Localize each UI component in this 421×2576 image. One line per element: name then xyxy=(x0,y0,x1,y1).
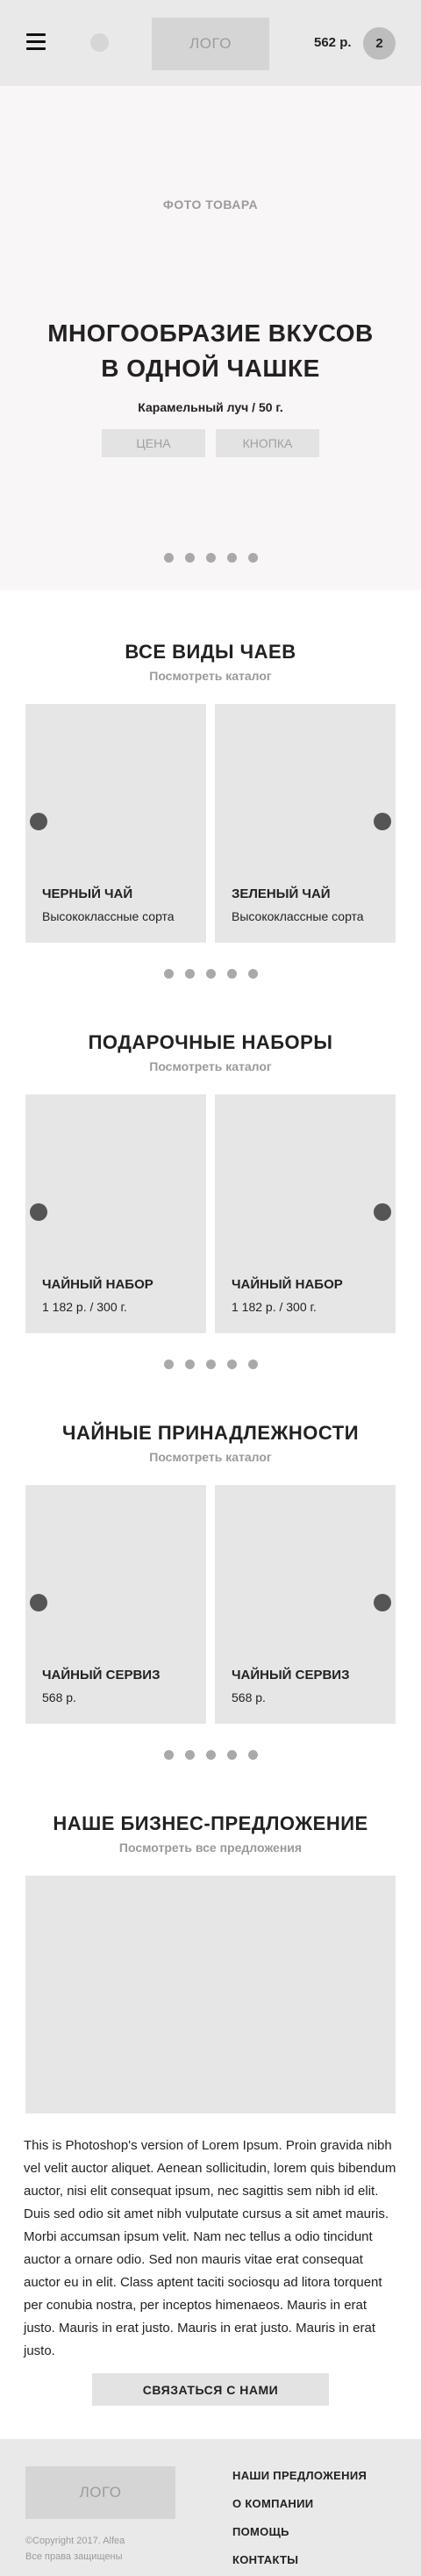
footer-link-about[interactable]: О КОМПАНИИ xyxy=(232,2490,367,2518)
catalog-link[interactable]: Посмотреть каталог xyxy=(0,1059,421,1073)
hero-slider-dots xyxy=(0,553,421,563)
product-card[interactable]: ЧЕРНЫЙ ЧАЙ Высококлассные сорта xyxy=(25,704,206,943)
action-button[interactable]: КНОПКА xyxy=(216,429,319,457)
slider-dot[interactable] xyxy=(163,553,174,563)
product-card[interactable]: ЧАЙНЫЙ НАБОР 1 182 р. / 300 г. xyxy=(25,1094,206,1333)
card-price: 568 р. xyxy=(232,1690,266,1704)
slider-dot[interactable] xyxy=(247,1360,258,1369)
slider-dot[interactable] xyxy=(184,969,195,979)
carousel-dots xyxy=(0,1750,421,1760)
hero-subtitle: Карамельный луч / 50 г. xyxy=(138,400,283,414)
carousel-next-icon[interactable] xyxy=(374,1203,391,1221)
product-card[interactable]: ЧАЙНЫЙ СЕРВИЗ 568 р. xyxy=(25,1485,206,1724)
slider-dot[interactable] xyxy=(205,1360,216,1369)
carousel-dots xyxy=(0,969,421,979)
section-title: ПОДАРОЧНЫЕ НАБОРЫ xyxy=(88,1031,333,1053)
product-card[interactable]: ЧАЙНЫЙ СЕРВИЗ 568 р. xyxy=(215,1485,396,1724)
section-title: ВСЕ ВИДЫ ЧАЕВ xyxy=(125,641,296,663)
slider-dot[interactable] xyxy=(163,969,174,979)
section-teas: ВСЕ ВИДЫ ЧАЕВ Посмотреть каталог ЧЕРНЫЙ … xyxy=(0,641,421,979)
menu-icon[interactable] xyxy=(26,33,46,51)
card-price: 1 182 р. / 300 г. xyxy=(42,1300,127,1314)
slider-dot[interactable] xyxy=(247,553,258,563)
hero-banner: ФОТО ТОВАРА МНОГООБРАЗИЕ ВКУСОВ В ОДНОЙ … xyxy=(0,86,421,590)
section-gift-sets: ПОДАРОЧНЫЕ НАБОРЫ Посмотреть каталог ЧАЙ… xyxy=(0,1031,421,1369)
business-image-placeholder xyxy=(25,1876,396,2113)
header: ЛОГО 562 р. 2 xyxy=(0,0,421,86)
cart-total-price: 562 р. xyxy=(314,35,352,50)
carousel-prev-icon[interactable] xyxy=(30,813,47,830)
slider-dot[interactable] xyxy=(247,969,258,979)
card-carousel: ЧЕРНЫЙ ЧАЙ Высококлассные сорта ЗЕЛЕНЫЙ … xyxy=(0,704,421,943)
hero-title-line-1: МНОГООБРАЗИЕ ВКУСОВ xyxy=(47,319,374,347)
slider-dot[interactable] xyxy=(184,1360,195,1369)
card-subtitle: Высококлассные сорта xyxy=(232,909,364,923)
slider-dot[interactable] xyxy=(163,1360,174,1369)
card-title: ЗЕЛЕНЫЙ ЧАЙ xyxy=(232,886,331,901)
section-accessories: ЧАЙНЫЕ ПРИНАДЛЕЖНОСТИ Посмотреть каталог… xyxy=(0,1422,421,1760)
hero-buttons: ЦЕНА КНОПКА xyxy=(0,429,421,457)
price-button[interactable]: ЦЕНА xyxy=(102,429,205,457)
footer-link-help[interactable]: ПОМОЩЬ xyxy=(232,2518,367,2546)
carousel-prev-icon[interactable] xyxy=(30,1203,47,1221)
card-carousel: ЧАЙНЫЙ СЕРВИЗ 568 р. ЧАЙНЫЙ СЕРВИЗ 568 р… xyxy=(0,1485,421,1724)
slider-dot[interactable] xyxy=(247,1750,258,1760)
section-title: ЧАЙНЫЕ ПРИНАДЛЕЖНОСТИ xyxy=(61,1422,360,1444)
slider-dot[interactable] xyxy=(184,1750,195,1760)
card-title: ЧАЙНЫЙ СЕРВИЗ xyxy=(42,1668,161,1683)
section-business-offer: НАШЕ БИЗНЕС-ПРЕДЛОЖЕНИЕ Посмотреть все п… xyxy=(0,1812,421,2406)
card-title: ЧАЙНЫЙ НАБОР xyxy=(232,1277,343,1292)
carousel-dots xyxy=(0,1360,421,1369)
catalog-link[interactable]: Посмотреть каталог xyxy=(0,1450,421,1464)
search-icon[interactable] xyxy=(90,33,109,52)
footer-logo[interactable]: ЛОГО xyxy=(25,2466,175,2519)
card-title: ЧАЙНЫЙ СЕРВИЗ xyxy=(232,1668,350,1683)
contact-us-button[interactable]: СВЯЗАТЬСЯ С НАМИ xyxy=(92,2373,329,2406)
logo[interactable]: ЛОГО xyxy=(152,18,269,70)
product-card[interactable]: ЗЕЛЕНЫЙ ЧАЙ Высококлассные сорта xyxy=(215,704,396,943)
slider-dot[interactable] xyxy=(184,553,195,563)
carousel-next-icon[interactable] xyxy=(374,1594,391,1611)
rights-text: Все права защищены xyxy=(25,2551,123,2562)
slider-dot[interactable] xyxy=(205,553,216,563)
footer-nav: НАШИ ПРЕДЛОЖЕНИЯ О КОМПАНИИ ПОМОЩЬ КОНТА… xyxy=(232,2462,367,2574)
carousel-prev-icon[interactable] xyxy=(30,1594,47,1611)
hero-title: МНОГООБРАЗИЕ ВКУСОВ В ОДНОЙ ЧАШКЕ xyxy=(0,316,421,386)
product-card[interactable]: ЧАЙНЫЙ НАБОР 1 182 р. / 300 г. xyxy=(215,1094,396,1333)
slider-dot[interactable] xyxy=(226,553,237,563)
slider-dot[interactable] xyxy=(226,1360,237,1369)
slider-dot[interactable] xyxy=(205,1750,216,1760)
hero-title-line-2: В ОДНОЙ ЧАШКЕ xyxy=(101,355,320,382)
business-description: This is Photoshop's version of Lorem Ips… xyxy=(24,2138,396,2358)
slider-dot[interactable] xyxy=(163,1750,174,1760)
footer-link-offers[interactable]: НАШИ ПРЕДЛОЖЕНИЯ xyxy=(232,2462,367,2490)
card-subtitle: Высококлассные сорта xyxy=(42,909,175,923)
card-carousel: ЧАЙНЫЙ НАБОР 1 182 р. / 300 г. ЧАЙНЫЙ НА… xyxy=(0,1094,421,1333)
offers-link[interactable]: Посмотреть все предложения xyxy=(0,1841,421,1855)
card-title: ЧЕРНЫЙ ЧАЙ xyxy=(42,886,133,901)
slider-dot[interactable] xyxy=(226,969,237,979)
section-title: НАШЕ БИЗНЕС-ПРЕДЛОЖЕНИЕ xyxy=(53,1812,368,1834)
slider-dot[interactable] xyxy=(226,1750,237,1760)
footer: ЛОГО ©Copyright 2017. Alfea Все права за… xyxy=(0,2439,421,2576)
copyright-text: ©Copyright 2017. Alfea xyxy=(25,2536,125,2546)
card-price: 1 182 р. / 300 г. xyxy=(232,1300,317,1314)
card-title: ЧАЙНЫЙ НАБОР xyxy=(42,1277,153,1292)
card-price: 568 р. xyxy=(42,1690,76,1704)
cart-count-badge[interactable]: 2 xyxy=(363,27,396,60)
copyright: ©Copyright 2017. Alfea Все права защищен… xyxy=(25,2533,125,2565)
slider-dot[interactable] xyxy=(205,969,216,979)
product-photo-placeholder: ФОТО ТОВАРА xyxy=(162,197,259,212)
carousel-next-icon[interactable] xyxy=(374,813,391,830)
footer-link-contacts[interactable]: КОНТАКТЫ xyxy=(232,2546,367,2574)
catalog-link[interactable]: Посмотреть каталог xyxy=(0,669,421,683)
